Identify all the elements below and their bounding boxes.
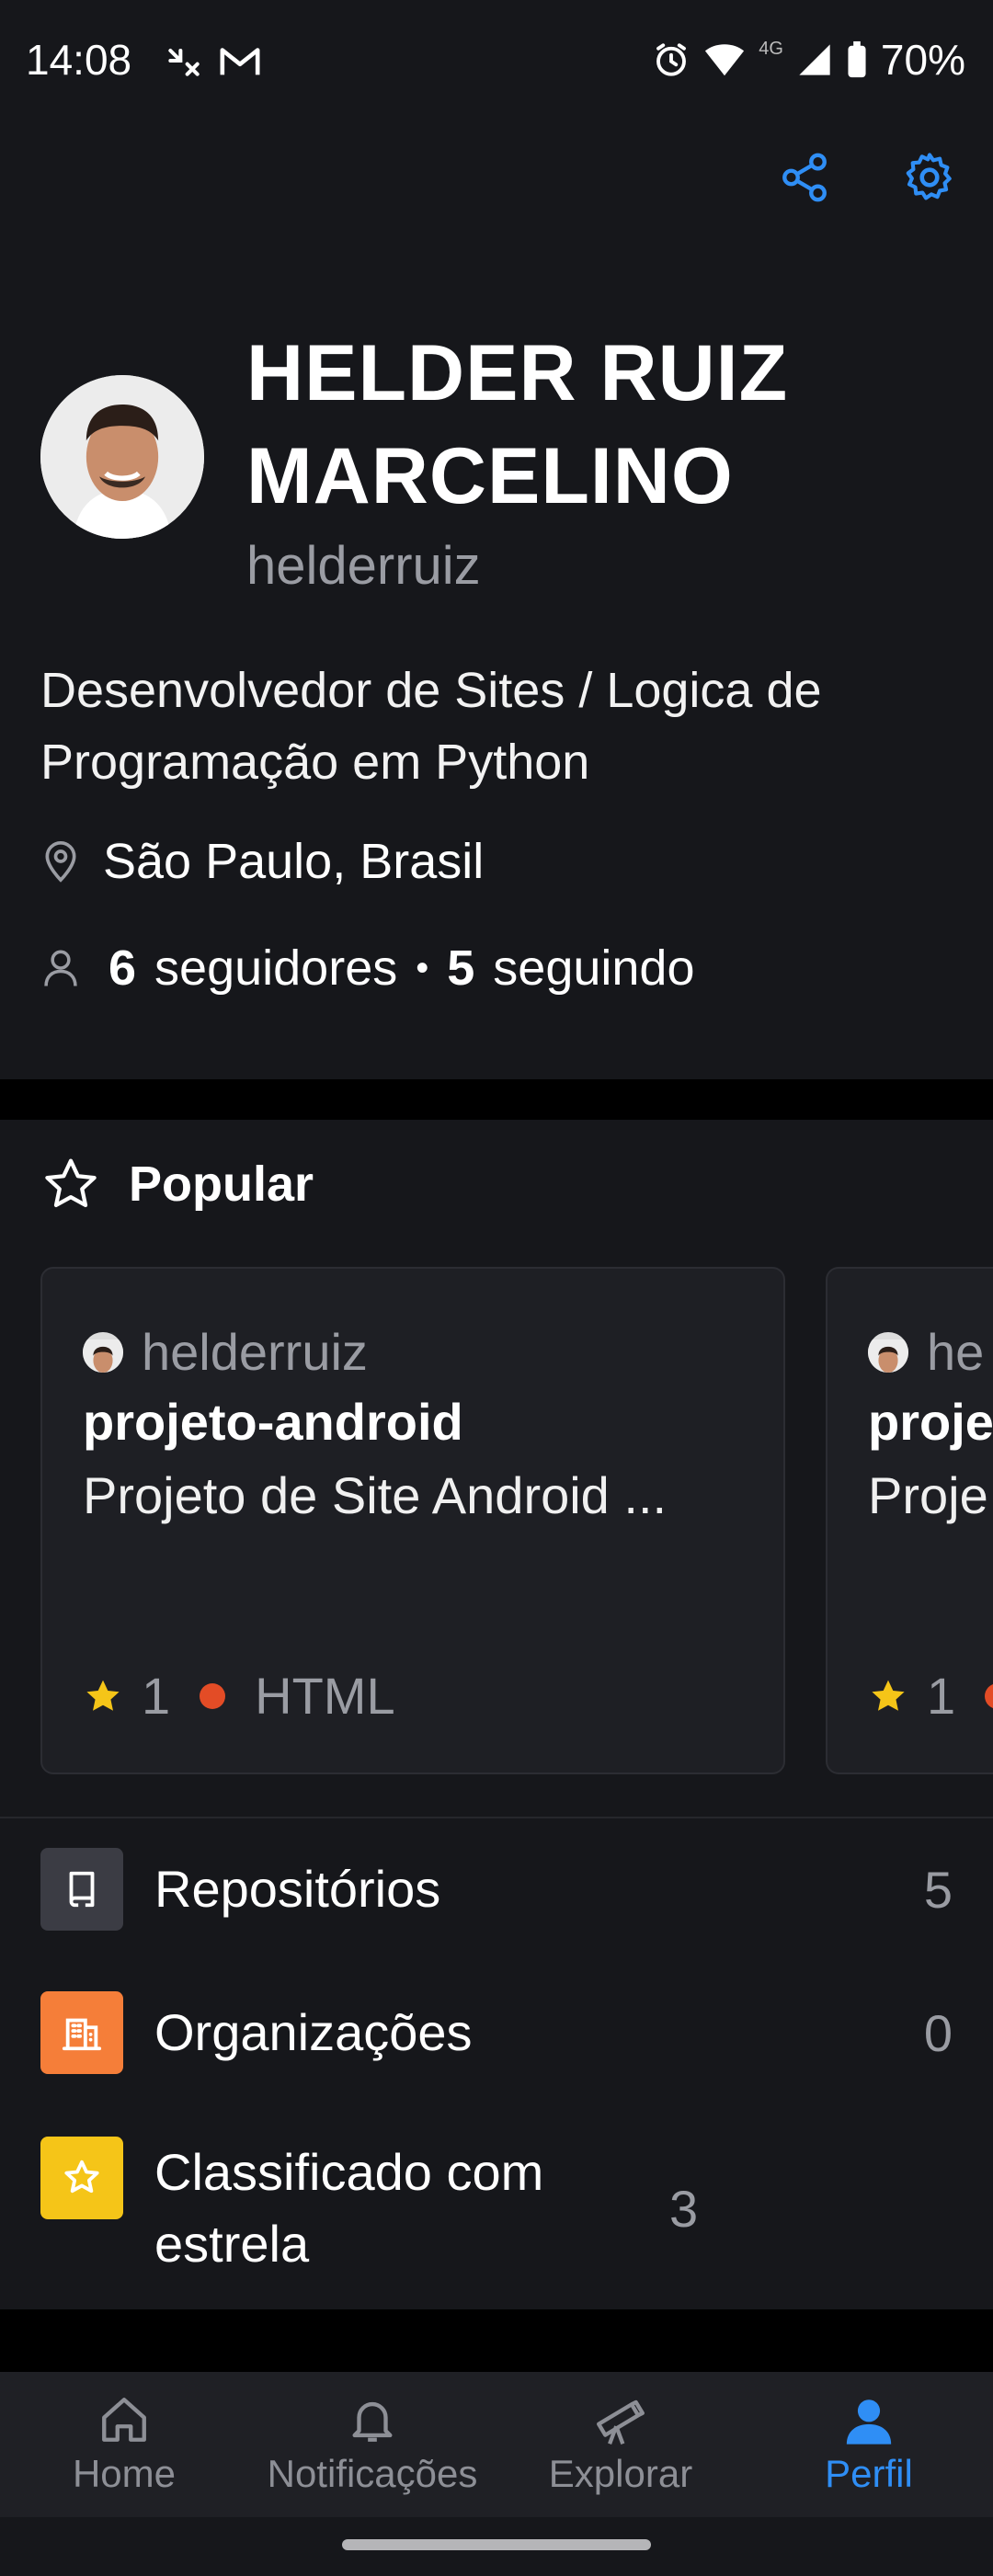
nav-label: Explorar	[548, 2452, 693, 2495]
list-item-repositories[interactable]: Repositórios 5	[40, 1848, 953, 1931]
follow-stats[interactable]: 6 seguidores • 5 seguindo	[40, 940, 695, 997]
language-dot	[200, 1682, 226, 1709]
location-row: São Paulo, Brasil	[40, 833, 484, 890]
repo-owner-name: helderruiz	[142, 1323, 368, 1381]
settings-button[interactable]	[897, 145, 962, 210]
list-label: Organizações	[154, 2003, 473, 2061]
repo-stars: 1	[927, 1667, 956, 1725]
repo-card[interactable]: he proje Proje 1	[826, 1267, 993, 1774]
repo-description: Projeto de Site Android ...	[83, 1466, 668, 1524]
profile-bio: Desenvolvedor de Sites / Logica de Progr…	[40, 663, 822, 790]
organization-icon	[40, 1991, 123, 2074]
following-count: 5	[447, 940, 475, 996]
list-divider	[0, 1817, 993, 1818]
repo-meta: 1	[868, 1666, 993, 1726]
list-count: 0	[923, 2003, 953, 2062]
status-time: 14:08	[26, 36, 132, 84]
profile-name: HELDER RUIZ MARCELINO	[246, 329, 789, 520]
repo-name: projeto-android	[83, 1393, 463, 1451]
nav-label: Perfil	[825, 2452, 913, 2495]
list-item-organizations[interactable]: Organizações 0	[40, 1991, 953, 2074]
nav-notifications[interactable]: Notificações	[248, 2372, 496, 2517]
owner-avatar	[868, 1331, 908, 1373]
following-label: seguindo	[493, 940, 695, 996]
nav-explore[interactable]: Explorar	[496, 2372, 745, 2517]
repo-stars: 1	[142, 1667, 171, 1725]
person-icon	[44, 950, 77, 986]
repo-owner: he	[868, 1322, 984, 1382]
repo-language: HTML	[255, 1667, 395, 1725]
nav-label: Notificações	[267, 2452, 478, 2495]
repo-icon	[40, 1848, 123, 1931]
person-filled-icon	[846, 2399, 892, 2445]
bottom-navigation: Home Notificações Explorar Perfil	[0, 2372, 993, 2517]
avatar	[40, 375, 204, 539]
status-icons: 4G 70%	[652, 35, 965, 85]
location-pin-icon	[45, 841, 76, 883]
gear-icon	[906, 153, 952, 200]
gmail-icon	[219, 42, 261, 84]
nav-divider	[0, 2309, 993, 2372]
list-item-starred[interactable]: Classificado com estrela 3	[40, 2137, 953, 2280]
repo-owner-name: he	[927, 1323, 985, 1381]
list-label: Repositórios	[154, 1860, 441, 1918]
list-label: Classificado com estrela	[154, 2143, 544, 2273]
repo-card[interactable]: helderruiz projeto-android Projeto de Si…	[40, 1267, 785, 1774]
wifi-icon	[703, 41, 746, 78]
star-filled-icon	[86, 1680, 120, 1711]
telescope-icon	[597, 2399, 645, 2445]
popular-title: Popular	[129, 1157, 314, 1212]
repo-meta: 1 HTML	[83, 1666, 395, 1726]
repo-name: proje	[868, 1393, 993, 1451]
star-outline-icon	[45, 1158, 97, 1208]
star-filled-icon	[872, 1680, 905, 1711]
nav-home[interactable]: Home	[0, 2372, 248, 2517]
repo-owner: helderruiz	[83, 1322, 368, 1382]
star-icon	[40, 2137, 123, 2219]
home-icon	[102, 2398, 146, 2442]
nav-profile[interactable]: Perfil	[745, 2372, 993, 2517]
missed-call-icon	[164, 40, 204, 85]
list-count: 5	[923, 1860, 953, 1919]
section-divider	[0, 1079, 993, 1120]
profile-username: helderruiz	[246, 536, 481, 596]
alarm-icon	[652, 40, 691, 79]
battery-percent: 70%	[880, 36, 965, 84]
followers-count: 6	[108, 940, 137, 996]
location-text: São Paulo, Brasil	[103, 834, 485, 889]
list-count: 3	[669, 2179, 699, 2238]
popular-header: Popular	[40, 1155, 314, 1214]
signal-icon	[796, 41, 833, 78]
repo-description: Proje	[868, 1466, 988, 1524]
battery-icon	[846, 40, 868, 79]
network-type: 4G	[759, 39, 783, 59]
home-indicator	[342, 2539, 651, 2550]
followers-label: seguidores	[154, 940, 398, 996]
follow-separator: •	[416, 947, 429, 988]
bell-icon	[352, 2401, 393, 2442]
share-button[interactable]	[772, 145, 837, 210]
language-dot	[985, 1682, 993, 1709]
nav-label: Home	[72, 2452, 177, 2495]
share-icon	[782, 153, 827, 202]
owner-avatar	[83, 1331, 123, 1373]
